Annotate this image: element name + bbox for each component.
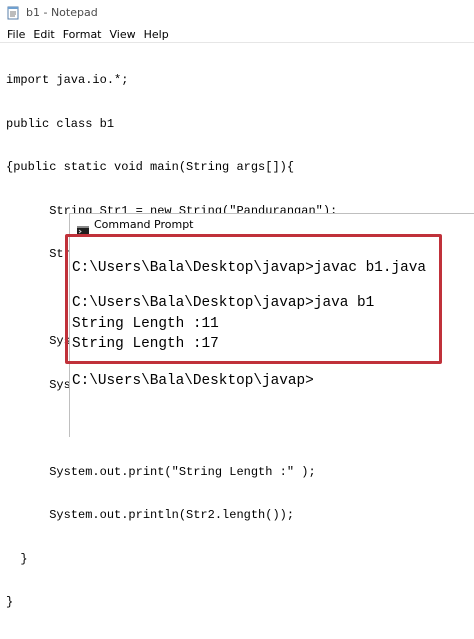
code-line: public class b1 (6, 116, 115, 131)
notepad-menubar: File Edit Format View Help (0, 26, 474, 43)
code-line: } (6, 595, 14, 609)
menu-file[interactable]: File (7, 28, 25, 41)
menu-edit[interactable]: Edit (33, 28, 54, 41)
code-line: System.out.println(Str2.length()); (6, 508, 295, 522)
notepad-icon (7, 5, 20, 20)
notepad-window-title: b1 - Notepad (26, 5, 98, 19)
menu-help[interactable]: Help (144, 28, 169, 41)
command-prompt-title: Command Prompt (94, 217, 194, 231)
code-line: import java.io.*; (6, 73, 129, 87)
console-prompt: C:\Users\Bala\Desktop\javap> (72, 373, 314, 389)
code-line: } (6, 551, 28, 566)
highlight-box (65, 234, 442, 364)
command-prompt-titlebar[interactable]: Command Prompt (70, 214, 474, 235)
notepad-titlebar[interactable]: b1 - Notepad (0, 0, 474, 25)
command-prompt-icon (77, 220, 89, 235)
code-line: System.out.print("String Length :" ); (6, 464, 316, 479)
menu-view[interactable]: View (110, 28, 136, 41)
menu-format[interactable]: Format (63, 28, 102, 41)
code-line: {public static void main(String args[]){ (6, 160, 295, 174)
